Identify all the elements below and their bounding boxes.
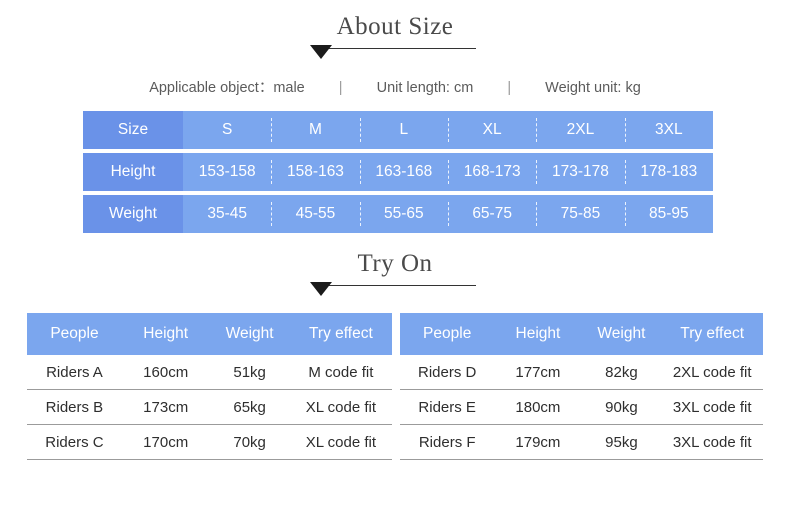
row-label-height: Height <box>83 153 183 191</box>
cell-people: Riders F <box>400 424 495 460</box>
try-on-heading: Try On <box>0 249 790 296</box>
cell-weight: 82kg <box>581 355 662 390</box>
cell-people: Riders E <box>400 389 495 425</box>
height-cell: 178-183 <box>624 153 713 191</box>
column-header-weight: Weight <box>209 313 290 355</box>
meta-applicable-object: Applicable object：male <box>149 80 305 96</box>
try-on-underline <box>318 285 476 286</box>
weight-cell: 85-95 <box>624 195 713 233</box>
table-row-size: Size S M L XL 2XL 3XL <box>83 111 713 149</box>
cell-try-effect: 2XL code fit <box>661 355 763 390</box>
meta-separator-1: | <box>338 80 343 96</box>
table-row: Riders E 180cm 90kg 3XL code fit <box>400 389 763 425</box>
height-cell: 158-163 <box>271 153 360 191</box>
size-cell: S <box>183 111 272 149</box>
height-cell: 168-173 <box>447 153 537 191</box>
table-row: Riders B 173cm 65kg XL code fit <box>27 389 392 425</box>
weight-cell: 65-75 <box>447 195 537 233</box>
table-row-weight: Weight 35-45 45-55 55-65 65-75 75-85 85-… <box>83 195 713 233</box>
cell-height: 179cm <box>494 424 582 460</box>
cell-weight: 95kg <box>581 424 662 460</box>
try-on-tables: People Height Weight Try effect Riders A… <box>0 313 790 463</box>
cell-weight: 90kg <box>581 389 662 425</box>
table-row: Riders F 179cm 95kg 3XL code fit <box>400 424 763 460</box>
try-on-title: Try On <box>357 250 433 277</box>
cell-people: Riders A <box>27 355 122 390</box>
column-header-height: Height <box>121 313 210 355</box>
table-row: Riders C 170cm 70kg XL code fit <box>27 424 392 460</box>
cell-height: 173cm <box>121 389 210 425</box>
try-on-table-right: People Height Weight Try effect Riders D… <box>400 313 763 460</box>
column-header-height: Height <box>494 313 582 355</box>
meta-weight-unit: Weight unit: kg <box>545 80 641 96</box>
triangle-down-icon <box>310 282 332 296</box>
height-cell: 153-158 <box>183 153 272 191</box>
table-header-row: People Height Weight Try effect <box>27 313 392 355</box>
size-cell: XL <box>447 111 537 149</box>
cell-height: 170cm <box>121 424 210 460</box>
height-cell: 163-168 <box>359 153 448 191</box>
weight-cell: 45-55 <box>271 195 360 233</box>
size-meta-line: Applicable object：male | Unit length: cm… <box>0 76 790 97</box>
size-cell: L <box>359 111 448 149</box>
cell-people: Riders B <box>27 389 122 425</box>
cell-try-effect: XL code fit <box>289 424 392 460</box>
size-chart-table: Size S M L XL 2XL 3XL Height 153-158 158… <box>83 107 713 237</box>
table-row: Riders D 177cm 82kg 2XL code fit <box>400 355 763 390</box>
table-header-row: People Height Weight Try effect <box>400 313 763 355</box>
column-header-try-effect: Try effect <box>661 313 763 355</box>
cell-try-effect: M code fit <box>289 355 392 390</box>
cell-try-effect: XL code fit <box>289 389 392 425</box>
about-size-title: About Size <box>336 13 454 40</box>
size-cell: 3XL <box>624 111 713 149</box>
weight-cell: 75-85 <box>536 195 625 233</box>
about-size-underline <box>318 48 476 49</box>
row-label-weight: Weight <box>83 195 183 233</box>
height-cell: 173-178 <box>536 153 625 191</box>
weight-cell: 55-65 <box>359 195 448 233</box>
cell-height: 180cm <box>494 389 582 425</box>
row-label-size: Size <box>83 111 183 149</box>
column-header-people: People <box>400 313 495 355</box>
column-header-try-effect: Try effect <box>289 313 392 355</box>
cell-try-effect: 3XL code fit <box>661 424 763 460</box>
triangle-down-icon <box>310 45 332 59</box>
cell-try-effect: 3XL code fit <box>661 389 763 425</box>
cell-height: 160cm <box>121 355 210 390</box>
column-header-weight: Weight <box>581 313 662 355</box>
cell-height: 177cm <box>494 355 582 390</box>
column-header-people: People <box>27 313 122 355</box>
try-on-table-left: People Height Weight Try effect Riders A… <box>27 313 392 460</box>
table-row: Riders A 160cm 51kg M code fit <box>27 355 392 390</box>
cell-weight: 65kg <box>209 389 290 425</box>
meta-separator-2: | <box>507 80 512 96</box>
about-size-heading: About Size <box>0 12 790 59</box>
cell-people: Riders D <box>400 355 495 390</box>
cell-people: Riders C <box>27 424 122 460</box>
weight-cell: 35-45 <box>183 195 272 233</box>
table-row-height: Height 153-158 158-163 163-168 168-173 1… <box>83 153 713 191</box>
size-cell: M <box>271 111 360 149</box>
cell-weight: 70kg <box>209 424 290 460</box>
meta-unit-length: Unit length: cm <box>376 80 474 96</box>
cell-weight: 51kg <box>209 355 290 390</box>
size-cell: 2XL <box>536 111 625 149</box>
